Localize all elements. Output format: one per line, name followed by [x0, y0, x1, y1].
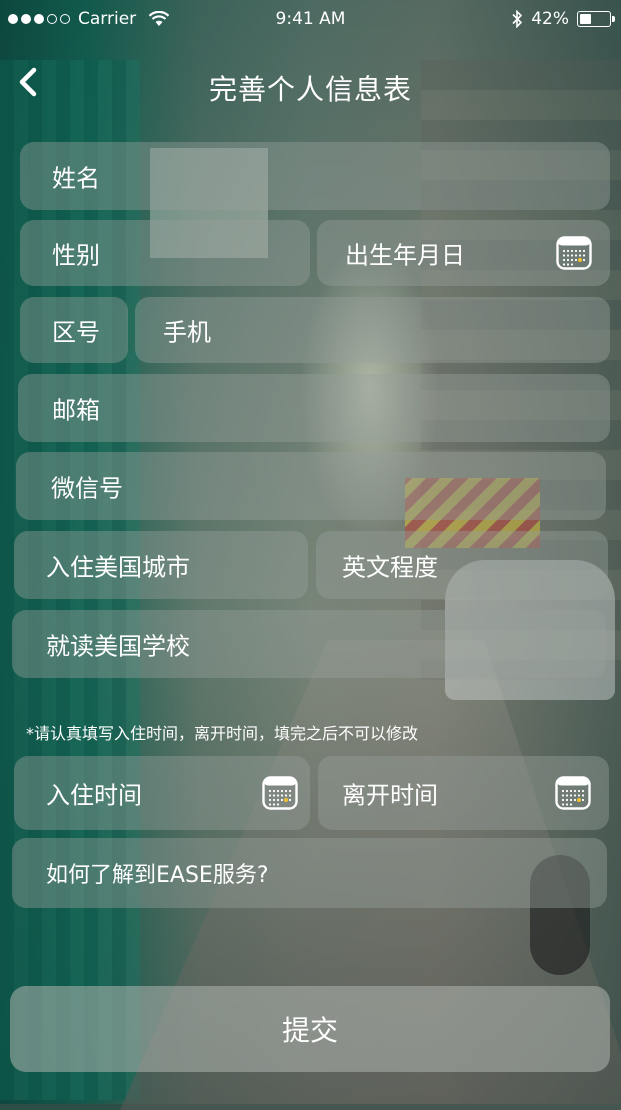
- birthdate-field-placeholder: 出生年月日: [345, 241, 465, 270]
- city-field-placeholder: 入住美国城市: [46, 553, 190, 582]
- birthdate-field[interactable]: 出生年月日: [317, 220, 610, 286]
- bluetooth-icon: [512, 10, 523, 28]
- gender-field[interactable]: 性别: [20, 220, 310, 286]
- calendar-icon[interactable]: [556, 236, 592, 270]
- page-title: 完善个人信息表: [208, 73, 412, 106]
- wechat-field-placeholder: 微信号: [51, 474, 123, 503]
- nav-bar: 完善个人信息表: [0, 50, 621, 114]
- name-field[interactable]: 姓名: [20, 142, 610, 210]
- calendar-icon[interactable]: [555, 776, 591, 810]
- area-code-field-placeholder: 区号: [52, 318, 100, 347]
- checkout-field[interactable]: 离开时间: [318, 756, 609, 830]
- name-field-placeholder: 姓名: [52, 164, 100, 193]
- battery-icon: [577, 11, 615, 27]
- submit-button[interactable]: 提交: [10, 986, 610, 1072]
- email-field-placeholder: 邮箱: [52, 396, 100, 425]
- phone-field-placeholder: 手机: [163, 318, 211, 347]
- battery-fill: [580, 14, 591, 24]
- school-field[interactable]: 就读美国学校: [12, 610, 606, 678]
- source-field-placeholder: 如何了解到EASE服务?: [46, 863, 269, 888]
- city-field[interactable]: 入住美国城市: [14, 531, 308, 599]
- gender-field-placeholder: 性别: [52, 241, 100, 270]
- checkout-field-placeholder: 离开时间: [342, 781, 438, 810]
- calendar-icon[interactable]: [262, 776, 298, 810]
- area-code-field[interactable]: 区号: [20, 297, 128, 363]
- status-right: 42%: [511, 9, 615, 29]
- english-level-field[interactable]: 英文程度: [316, 531, 608, 599]
- school-field-placeholder: 就读美国学校: [46, 632, 190, 661]
- phone-field[interactable]: 手机: [135, 297, 610, 363]
- submit-button-label: 提交: [281, 1014, 338, 1047]
- email-field[interactable]: 邮箱: [18, 374, 610, 442]
- source-field[interactable]: 如何了解到EASE服务?: [12, 838, 607, 908]
- wechat-field[interactable]: 微信号: [16, 452, 606, 520]
- english-level-field-placeholder: 英文程度: [342, 553, 438, 582]
- date-notice: *请认真填写入住时间，离开时间，填完之后不可以修改: [26, 724, 419, 743]
- checkin-field-placeholder: 入住时间: [46, 781, 142, 810]
- checkin-field[interactable]: 入住时间: [14, 756, 310, 830]
- status-bar: Carrier 9:41 AM 42%: [0, 0, 621, 40]
- battery-percent: 42%: [531, 9, 569, 29]
